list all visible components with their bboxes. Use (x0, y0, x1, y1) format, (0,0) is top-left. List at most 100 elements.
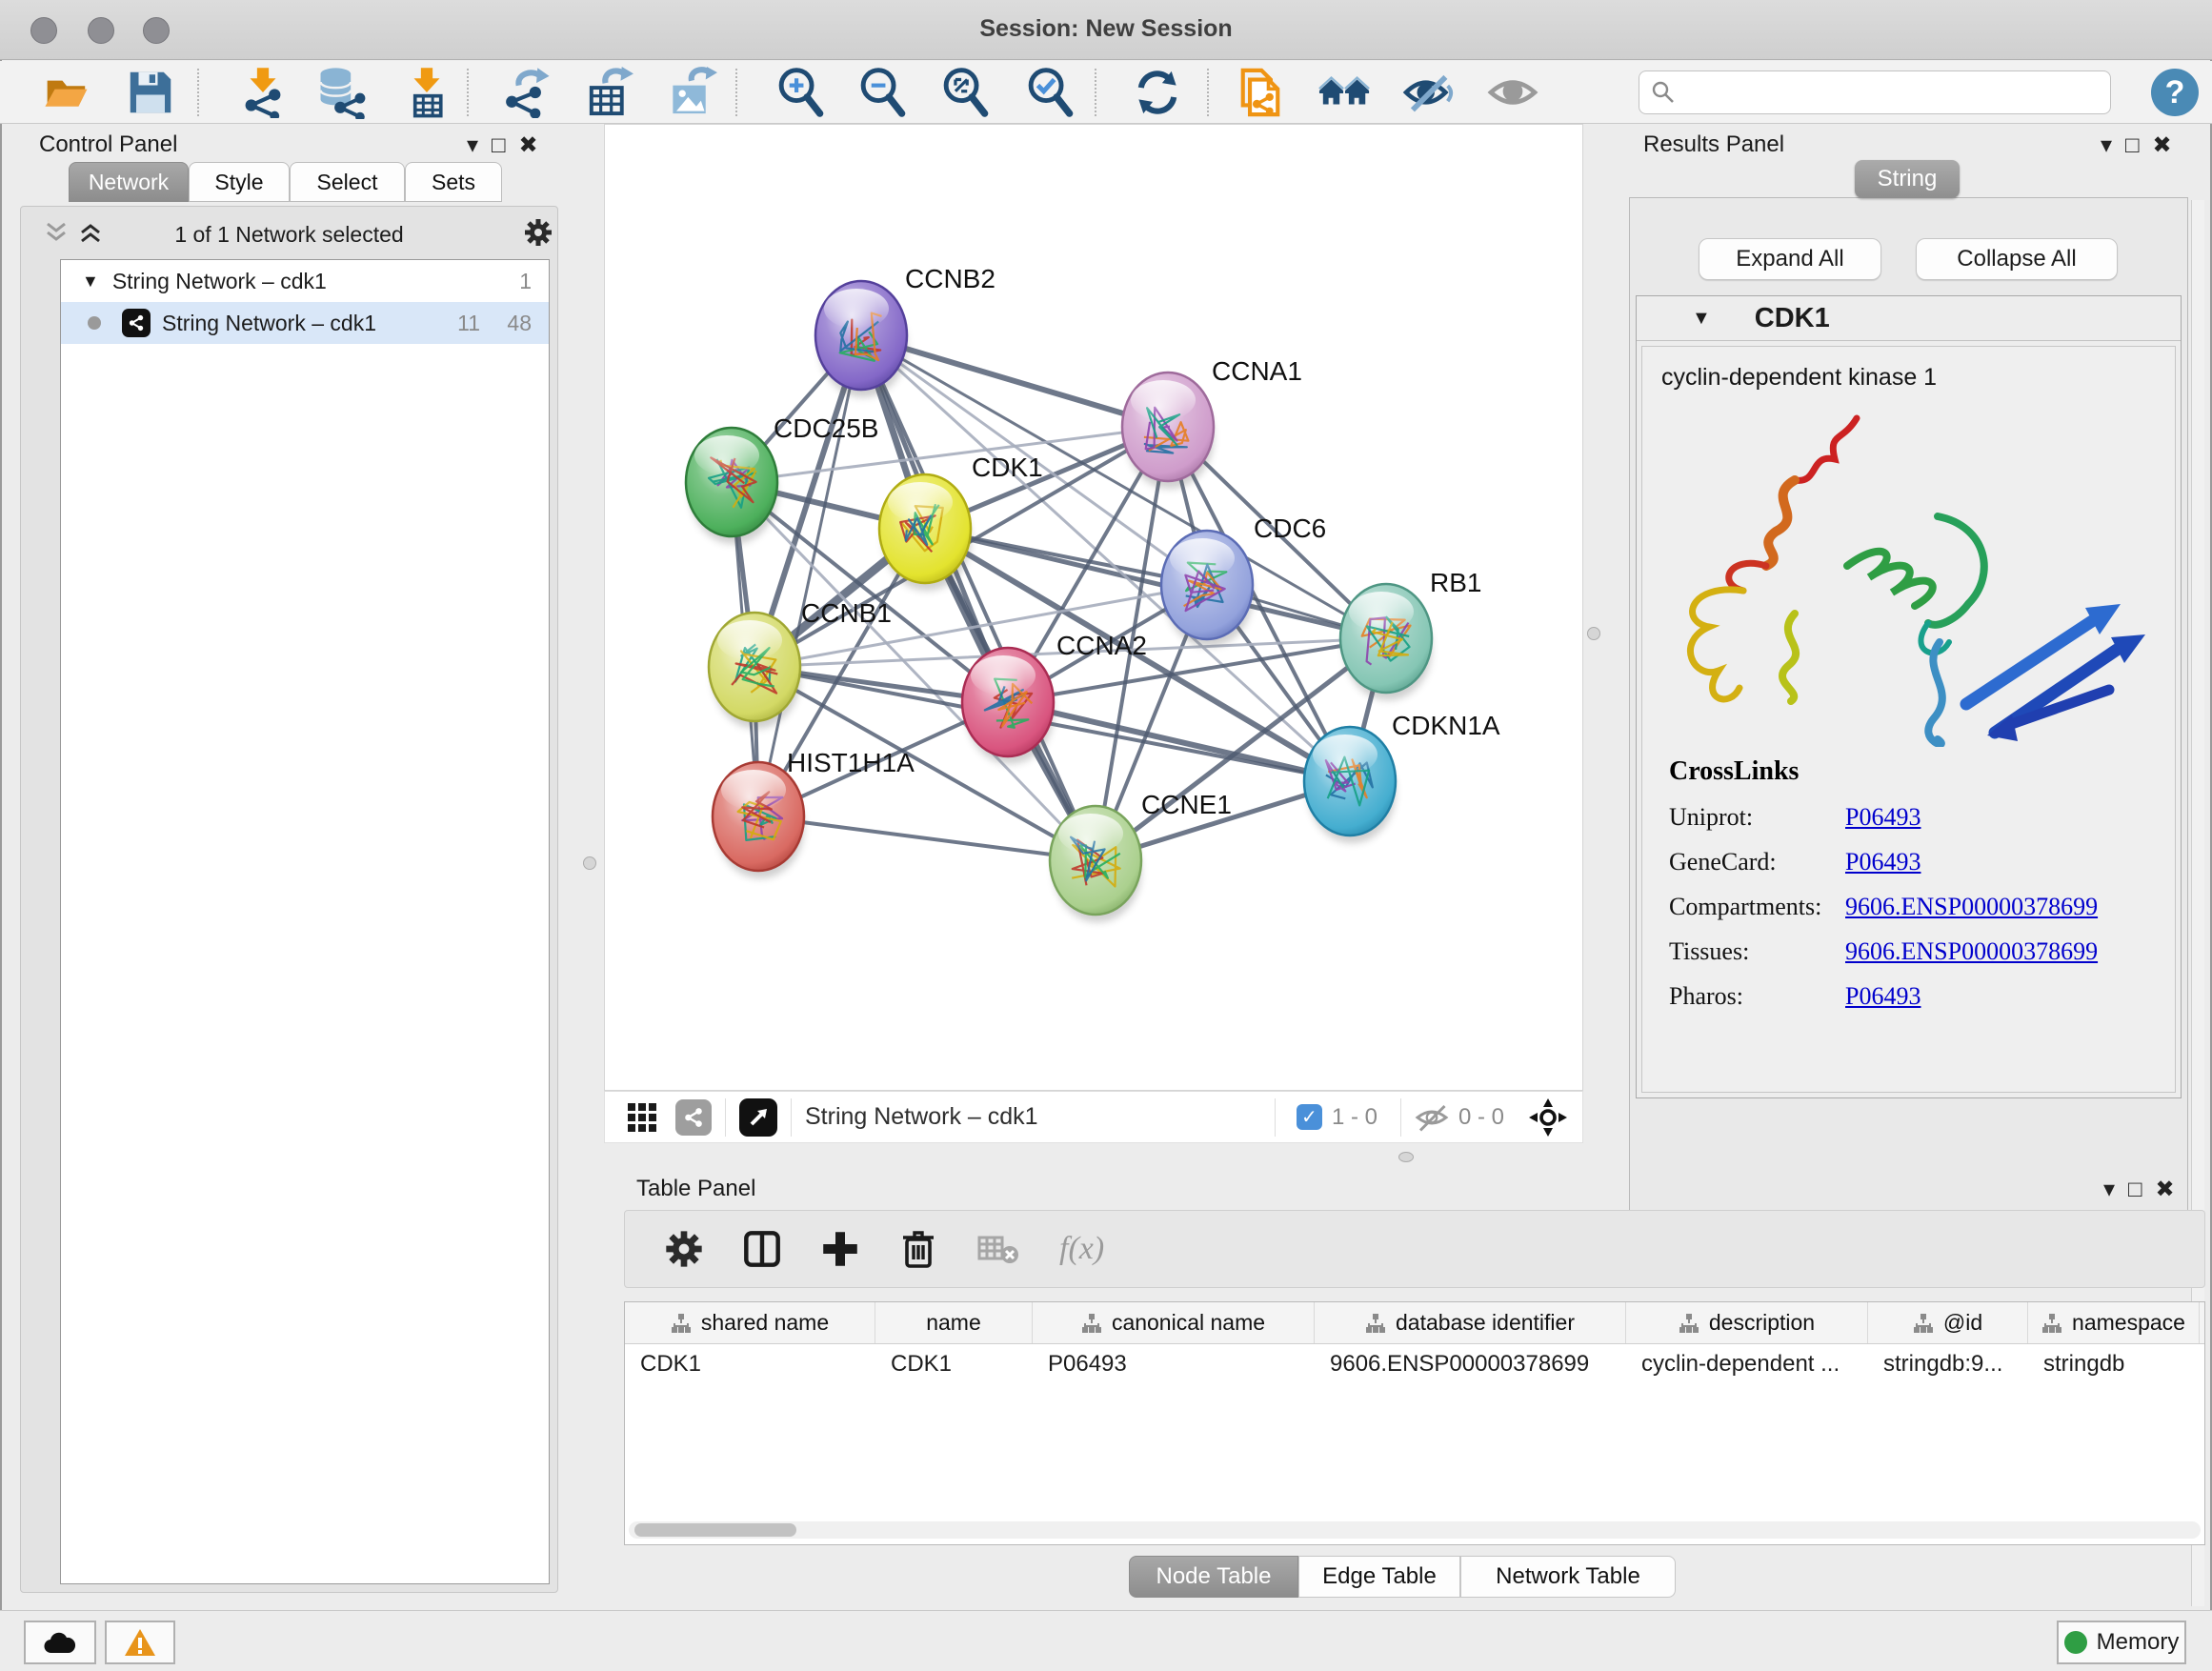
table-cell[interactable]: stringdb:9... (1868, 1351, 2028, 1378)
tab-select[interactable]: Select (290, 162, 405, 202)
apply-layout-button[interactable] (1131, 66, 1184, 119)
import-network-database-button[interactable] (312, 66, 366, 119)
import-table-button[interactable] (400, 66, 453, 119)
zoom-out-button[interactable] (856, 66, 910, 119)
show-columns-icon[interactable] (743, 1230, 781, 1268)
table-cell[interactable]: 9606.ENSP00000378699 (1315, 1351, 1626, 1378)
tree-expand-icon[interactable]: ▼ (82, 272, 99, 292)
horizontal-splitter-handle[interactable] (1398, 1152, 1414, 1162)
left-splitter-handle[interactable] (583, 856, 596, 870)
save-session-button[interactable] (124, 66, 177, 119)
table-horizontal-scrollbar[interactable] (629, 1521, 2201, 1539)
column-header-label: canonical name (1112, 1310, 1265, 1336)
export-table-button[interactable] (581, 66, 634, 119)
tab-node-table[interactable]: Node Table (1129, 1556, 1298, 1598)
create-column-icon[interactable] (821, 1230, 859, 1268)
tab-edge-table[interactable]: Edge Table (1298, 1556, 1460, 1598)
table-gear-icon[interactable] (665, 1230, 703, 1268)
import-network-file-button[interactable] (236, 66, 290, 119)
open-session-button[interactable] (40, 66, 93, 119)
delete-column-icon[interactable] (899, 1230, 937, 1268)
column-header-shared-name[interactable]: shared name (625, 1302, 875, 1343)
table-panel-title: Table Panel (636, 1176, 755, 1202)
crosslink-row: Uniprot:P06493 (1669, 803, 2164, 832)
tab-sets[interactable]: Sets (405, 162, 502, 202)
scrollbar-handle[interactable] (634, 1523, 796, 1537)
network-graph[interactable]: CCNB2CCNA1CDC25BCDK1CDC6RB1CCNB1CCNA2CDK… (605, 125, 1582, 1090)
zoom-in-button[interactable] (774, 66, 828, 119)
crosslink-link[interactable]: P06493 (1845, 848, 1920, 876)
column-header-namespace[interactable]: namespace (2028, 1302, 2200, 1343)
table-row[interactable]: CDK1CDK1P064939606.ENSP00000378699cyclin… (625, 1344, 2204, 1384)
column-header--id[interactable]: @id (1868, 1302, 2028, 1343)
table-cell[interactable]: CDK1 (875, 1351, 1033, 1378)
section-collapse-icon[interactable]: ▼ (1692, 308, 1711, 330)
zoom-out-icon (857, 67, 909, 118)
column-type-icon (1913, 1313, 1934, 1334)
network-row[interactable]: String Network – cdk1 11 48 (61, 302, 549, 344)
grid-view-icon[interactable] (626, 1101, 658, 1134)
crosslink-link[interactable]: P06493 (1845, 982, 1920, 1011)
tab-network[interactable]: Network (69, 162, 189, 202)
float-panel-icon[interactable]: □ (2125, 132, 2153, 158)
gear-icon[interactable] (524, 218, 553, 247)
memory-button[interactable]: Memory (2057, 1621, 2186, 1664)
close-panel-icon[interactable]: ✖ (519, 132, 552, 158)
import-table-icon (401, 67, 452, 118)
search-box[interactable] (1639, 70, 2111, 114)
network-collection-row[interactable]: ▼ String Network – cdk1 1 (61, 260, 549, 302)
table-cell[interactable]: CDK1 (625, 1351, 875, 1378)
new-network-from-selection-button[interactable] (1234, 66, 1287, 119)
column-header-canonical-name[interactable]: canonical name (1033, 1302, 1315, 1343)
collapse-panel-icon[interactable]: ▾ (467, 132, 492, 158)
right-splitter-handle[interactable] (1587, 627, 1600, 640)
save-icon (127, 69, 174, 116)
warnings-button[interactable] (105, 1621, 175, 1664)
zoom-fit-button[interactable] (939, 66, 993, 119)
expand-all-button[interactable]: Expand All (1699, 238, 1881, 280)
search-input[interactable] (1676, 79, 2085, 106)
collapse-panel-icon[interactable]: ▾ (2101, 132, 2125, 158)
float-panel-icon[interactable]: □ (492, 132, 519, 158)
crosslink-link[interactable]: 9606.ENSP00000378699 (1845, 893, 2098, 921)
column-type-icon (671, 1313, 692, 1334)
column-header-description[interactable]: description (1626, 1302, 1868, 1343)
show-all-button[interactable] (1486, 66, 1539, 119)
node-label-CCNB2: CCNB2 (905, 264, 995, 293)
tab-network-table[interactable]: Network Table (1460, 1556, 1676, 1598)
crosslink-link[interactable]: 9606.ENSP00000378699 (1845, 937, 2098, 966)
export-image-button[interactable] (665, 66, 718, 119)
close-panel-icon[interactable]: ✖ (2156, 1177, 2188, 1202)
table-cell[interactable]: cyclin-dependent ... (1626, 1351, 1868, 1378)
table-cell[interactable]: stringdb (2028, 1351, 2200, 1378)
help-button[interactable]: ? (2151, 69, 2199, 116)
detach-view-button[interactable] (739, 1098, 777, 1137)
zoom-selected-button[interactable] (1024, 66, 1077, 119)
collapse-panel-icon[interactable]: ▾ (2103, 1177, 2128, 1202)
network-canvas[interactable]: CCNB2CCNA1CDC25BCDK1CDC6RB1CCNB1CCNA2CDK… (604, 124, 1583, 1091)
eye-slash-icon (1401, 70, 1455, 114)
network-badge-icon[interactable] (675, 1099, 712, 1136)
collapse-all-button[interactable]: Collapse All (1916, 238, 2118, 280)
hide-selected-button[interactable] (1401, 66, 1455, 119)
crosslink-link[interactable]: P06493 (1845, 803, 1920, 832)
export-network-button[interactable] (499, 66, 553, 119)
table-cell[interactable]: P06493 (1033, 1351, 1315, 1378)
tab-style[interactable]: Style (189, 162, 290, 202)
first-neighbors-button[interactable] (1318, 66, 1372, 119)
column-header-name[interactable]: name (875, 1302, 1033, 1343)
column-header-database-identifier[interactable]: database identifier (1315, 1302, 1626, 1343)
cloud-button[interactable] (24, 1621, 96, 1664)
tab-string[interactable]: String (1855, 160, 1960, 198)
float-panel-icon[interactable]: □ (2128, 1177, 2156, 1202)
selected-checkbox[interactable]: ✓ (1297, 1104, 1322, 1130)
network-view-title: String Network – cdk1 (805, 1103, 1038, 1131)
close-panel-icon[interactable]: ✖ (2153, 132, 2185, 158)
node-count: 11 (457, 311, 480, 336)
delete-table-icon[interactable] (977, 1232, 1019, 1266)
birdseye-view-icon[interactable] (1529, 1098, 1567, 1137)
crosslinks-block: CrossLinks Uniprot:P06493GeneCard:P06493… (1669, 756, 2164, 1011)
gene-section-header[interactable]: ▼ CDK1 (1637, 296, 2181, 341)
hidden-eye-slash-icon[interactable] (1415, 1103, 1449, 1132)
refresh-icon (1132, 67, 1183, 118)
